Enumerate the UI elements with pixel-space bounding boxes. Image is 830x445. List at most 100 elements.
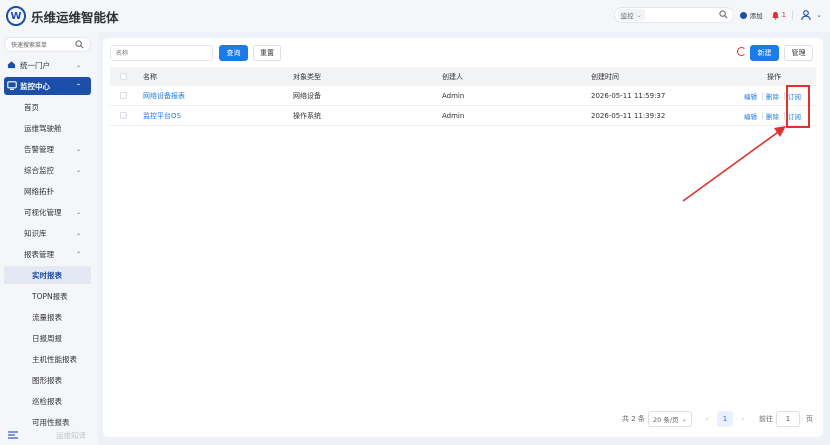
sidebar-footer: 运维知译: [8, 430, 86, 441]
menu-search-input[interactable]: 快速搜索菜单: [4, 37, 91, 52]
sidebar-item-label: 巡检报表: [32, 396, 62, 406]
chevron-down-icon: ⌄: [75, 208, 81, 216]
alert-button[interactable]: 1: [771, 11, 786, 20]
sidebar: 快速搜索菜单 统一门户 ⌄ 监控中心 ⌃ 首页 运维驾驶舱 告警管理 ⌄ 综合监控…: [0, 32, 98, 445]
sidebar-item-label: 综合监控: [24, 165, 54, 175]
sidebar-item-ops-cockpit[interactable]: 运维驾驶舱: [4, 119, 91, 137]
refresh-icon[interactable]: [737, 47, 746, 56]
sidebar-item-network-topology[interactable]: 网络拓扑: [4, 182, 91, 200]
created-at-cell: 2026-05-11 11:39:32: [591, 111, 666, 120]
sidebar-item-label: 首页: [24, 102, 39, 112]
creator-cell: Admin: [442, 111, 465, 120]
sidebar-item-alarm-management[interactable]: 告警管理 ⌄: [4, 140, 91, 158]
sidebar-item-label: 可视化管理: [24, 207, 62, 217]
select-all-checkbox[interactable]: [120, 73, 127, 80]
chevron-up-icon: ⌃: [75, 82, 81, 90]
report-name-link[interactable]: 监控平台OS: [143, 111, 181, 121]
main-panel: 查询 重置 新建 管理 名称 对象类型 创建人 创建时间 操作 网络设备报表 网…: [103, 38, 823, 437]
sidebar-item-label: 实时报表: [32, 270, 62, 280]
chevron-down-icon: ⌄: [75, 61, 81, 69]
sidebar-item-inspection-report[interactable]: 巡检报表: [4, 392, 91, 410]
sidebar-item-availability-report[interactable]: 可用性报表: [4, 413, 91, 431]
sidebar-item-label: 知识库: [24, 228, 47, 238]
delete-link[interactable]: 删除: [766, 111, 779, 121]
chevron-down-icon: ⌄: [681, 415, 687, 423]
app-logo: W: [6, 6, 26, 26]
object-type-cell: 网络设备: [293, 91, 321, 100]
chevron-down-icon: ⌄: [816, 11, 822, 19]
table-header-row: 名称 对象类型 创建人 创建时间 操作: [110, 67, 816, 86]
search-icon[interactable]: [719, 10, 728, 21]
sidebar-item-monitoring-center[interactable]: 监控中心 ⌃: [4, 77, 91, 95]
row-checkbox[interactable]: [120, 112, 127, 119]
prev-page-button[interactable]: ‹: [699, 411, 715, 427]
highlight-box: [786, 85, 810, 128]
sidebar-item-label: 统一门户: [20, 60, 50, 70]
goto-page-input[interactable]: 1: [776, 411, 800, 427]
user-icon: [801, 10, 811, 21]
sidebar-item-label: 运维驾驶舱: [24, 123, 62, 133]
home-icon: [7, 60, 16, 71]
page-button-current[interactable]: 1: [717, 411, 733, 427]
creator-cell: Admin: [442, 91, 465, 100]
app-title: 乐维运维智能体: [31, 9, 119, 25]
action-divider: [762, 111, 763, 120]
search-icon: [75, 40, 84, 51]
sidebar-item-realtime-report[interactable]: 实时报表: [4, 266, 91, 284]
sidebar-item-label: 监控中心: [20, 81, 50, 91]
edit-link[interactable]: 编辑: [744, 111, 757, 121]
sidebar-item-topn-report[interactable]: TOPN报表: [4, 287, 91, 305]
column-header-created-at: 创建时间: [591, 72, 619, 81]
sidebar-item-visualization[interactable]: 可视化管理 ⌄: [4, 203, 91, 221]
sidebar-item-home[interactable]: 首页: [4, 98, 91, 116]
chevron-down-icon: ⌄: [75, 229, 81, 237]
header-divider: [792, 10, 794, 20]
manage-button[interactable]: 管理: [784, 45, 813, 61]
chevron-up-icon: ⌃: [75, 250, 81, 258]
reset-button[interactable]: 重置: [253, 45, 281, 61]
page-size-select[interactable]: 20 条/页 ⌄: [648, 411, 692, 427]
chevron-down-icon: ⌄: [75, 145, 81, 153]
next-page-button[interactable]: ›: [735, 411, 751, 427]
menu-search-placeholder: 快速搜索菜单: [11, 42, 48, 49]
sidebar-item-label: 可用性报表: [32, 417, 70, 427]
object-type-cell: 操作系统: [293, 111, 321, 120]
add-circle-icon: [739, 11, 747, 19]
query-button[interactable]: 查询: [219, 45, 248, 61]
sidebar-item-portal[interactable]: 统一门户 ⌄: [4, 56, 91, 74]
sidebar-item-label: TOPN报表: [32, 291, 68, 301]
sidebar-item-report-management[interactable]: 报表管理 ⌃: [4, 245, 91, 263]
sidebar-footer-label[interactable]: 运维知译: [56, 430, 86, 441]
sidebar-item-graph-report[interactable]: 图形报表: [4, 371, 91, 389]
sidebar-item-knowledge-base[interactable]: 知识库 ⌄: [4, 224, 91, 242]
name-filter-input[interactable]: [110, 45, 213, 61]
sidebar-item-label: 报表管理: [24, 249, 54, 259]
new-button[interactable]: 新建: [750, 45, 779, 61]
user-menu[interactable]: ⌄: [800, 9, 822, 21]
sidebar-item-host-performance-report[interactable]: 主机性能报表: [4, 350, 91, 368]
collapse-menu-icon[interactable]: [8, 430, 18, 441]
report-name-link[interactable]: 网络设备报表: [143, 91, 185, 101]
page-unit-label: 页: [806, 415, 813, 423]
add-button[interactable]: 添加: [739, 10, 763, 20]
sidebar-item-label: 主机性能报表: [32, 354, 77, 364]
sidebar-item-traffic-report[interactable]: 流量报表: [4, 308, 91, 326]
sidebar-item-label: 流量报表: [32, 312, 62, 322]
top-header: W 乐维运维智能体 监控 ⌄ 添加 1 ⌄: [0, 0, 830, 32]
sidebar-item-daily-weekly-report[interactable]: 日报周报: [4, 329, 91, 347]
row-checkbox[interactable]: [120, 92, 127, 99]
sidebar-item-label: 告警管理: [24, 144, 54, 154]
sidebar-item-integrated-monitoring[interactable]: 综合监控 ⌄: [4, 161, 91, 179]
bell-icon: [771, 11, 779, 20]
search-scope-select[interactable]: 监控 ⌄: [617, 9, 645, 21]
chevron-left-icon: ‹: [705, 415, 709, 423]
add-label: 添加: [749, 12, 763, 20]
column-header-creator: 创建人: [442, 72, 463, 81]
sidebar-item-label: 图形报表: [32, 375, 62, 385]
delete-link[interactable]: 删除: [766, 91, 779, 101]
search-scope-value: 监控: [620, 12, 634, 20]
table-row: 网络设备报表 网络设备 Admin 2026-05-11 11:59:37 编辑…: [110, 86, 816, 106]
edit-link[interactable]: 编辑: [744, 91, 757, 101]
page-size-value: 20 条/页: [653, 416, 679, 424]
global-search[interactable]: 监控 ⌄: [613, 7, 734, 23]
